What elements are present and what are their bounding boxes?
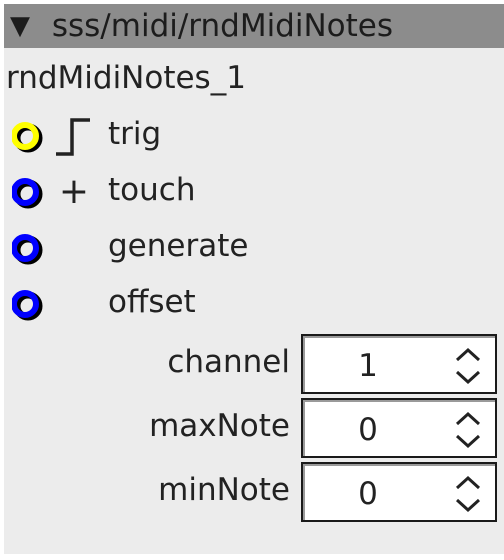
spinbox-value[interactable]: 0 bbox=[313, 410, 423, 450]
param-label: channel bbox=[167, 344, 290, 380]
spin-arrows-icon[interactable] bbox=[453, 408, 483, 452]
channel-spinbox[interactable]: 1 bbox=[301, 334, 497, 394]
minnote-spinbox[interactable]: 0 bbox=[301, 462, 497, 522]
module-panel: ▼ sss/midi/rndMidiNotes rndMidiNotes_1 t… bbox=[4, 4, 504, 554]
module-path-title: sss/midi/rndMidiNotes bbox=[51, 8, 394, 44]
value-inlet-port-icon[interactable] bbox=[12, 289, 44, 321]
param-label: maxNote bbox=[149, 408, 290, 444]
trigger-inlet-port-icon[interactable] bbox=[12, 121, 44, 153]
inlet-generate: generate bbox=[4, 222, 304, 272]
value-inlet-port-icon[interactable] bbox=[12, 233, 44, 265]
param-channel: channel 1 bbox=[4, 334, 504, 396]
spinbox-value[interactable]: 0 bbox=[313, 474, 423, 514]
collapse-triangle-icon[interactable]: ▼ bbox=[10, 4, 30, 48]
spin-arrows-icon[interactable] bbox=[453, 344, 483, 388]
inlet-label: trig bbox=[108, 116, 162, 152]
param-label: minNote bbox=[158, 472, 290, 508]
inlet-label: touch bbox=[108, 172, 196, 208]
param-maxnote: maxNote 0 bbox=[4, 398, 504, 460]
inlet-touch: + touch bbox=[4, 166, 304, 216]
trigger-edge-icon bbox=[56, 118, 90, 156]
module-titlebar[interactable]: ▼ sss/midi/rndMidiNotes bbox=[4, 4, 504, 48]
inlet-offset: offset bbox=[4, 278, 304, 328]
spinbox-value[interactable]: 1 bbox=[313, 346, 423, 386]
plus-icon: + bbox=[58, 171, 90, 212]
value-inlet-port-icon[interactable] bbox=[12, 177, 44, 209]
inlet-trig: trig bbox=[4, 110, 304, 160]
inlet-label: generate bbox=[108, 228, 249, 264]
maxnote-spinbox[interactable]: 0 bbox=[301, 398, 497, 458]
param-minnote: minNote 0 bbox=[4, 462, 504, 524]
spin-arrows-icon[interactable] bbox=[453, 472, 483, 516]
instance-name[interactable]: rndMidiNotes_1 bbox=[6, 56, 246, 100]
inlet-label: offset bbox=[108, 284, 196, 320]
